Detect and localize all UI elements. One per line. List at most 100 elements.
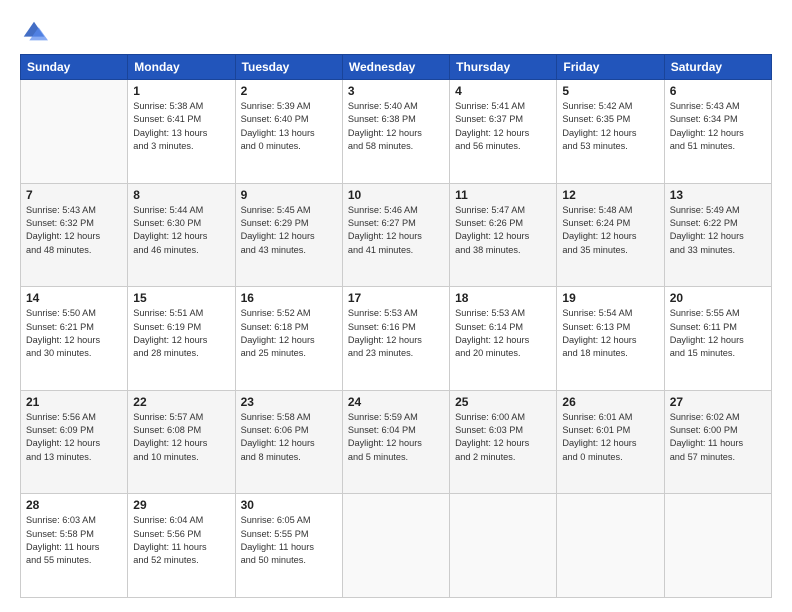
page: SundayMondayTuesdayWednesdayThursdayFrid… xyxy=(0,0,792,612)
calendar-cell: 12Sunrise: 5:48 AMSunset: 6:24 PMDayligh… xyxy=(557,183,664,287)
top-section xyxy=(20,18,772,46)
calendar-cell: 7Sunrise: 5:43 AMSunset: 6:32 PMDaylight… xyxy=(21,183,128,287)
calendar-day-header: Wednesday xyxy=(342,55,449,80)
calendar-week-row: 14 Sunrise: 5:50 AMSunset: 6:21 PMDayligh… xyxy=(21,287,772,391)
calendar-cell: 23 Sunrise: 5:58 AMSunset: 6:06 PMDayligh… xyxy=(235,390,342,494)
cell-info: Sunrise: 5:56 AMSunset: 6:09 PMDaylight:… xyxy=(26,411,122,464)
cell-info: Sunrise: 5:53 AMSunset: 6:16 PMDaylight:… xyxy=(348,307,444,360)
calendar-week-row: 7Sunrise: 5:43 AMSunset: 6:32 PMDaylight… xyxy=(21,183,772,287)
cell-info: Sunrise: 5:39 AMSunset: 6:40 PMDaylight:… xyxy=(241,100,337,153)
calendar-cell xyxy=(342,494,449,598)
cell-info: Sunrise: 5:49 AMSunset: 6:22 PMDaylight:… xyxy=(670,204,766,257)
day-number: 21 xyxy=(26,395,122,409)
cell-info: Sunrise: 6:04 AMSunset: 5:56 PMDaylight:… xyxy=(133,514,229,567)
calendar-cell: 9 Sunrise: 5:45 AMSunset: 6:29 PMDaylight… xyxy=(235,183,342,287)
cell-info: Sunrise: 5:41 AMSunset: 6:37 PMDaylight:… xyxy=(455,100,551,153)
calendar-cell: 28 Sunrise: 6:03 AMSunset: 5:58 PMDayligh… xyxy=(21,494,128,598)
calendar-day-header: Saturday xyxy=(664,55,771,80)
calendar-cell: 14 Sunrise: 5:50 AMSunset: 6:21 PMDayligh… xyxy=(21,287,128,391)
calendar-cell: 19Sunrise: 5:54 AMSunset: 6:13 PMDayligh… xyxy=(557,287,664,391)
calendar-cell: 24 Sunrise: 5:59 AMSunset: 6:04 PMDayligh… xyxy=(342,390,449,494)
day-number: 30 xyxy=(241,498,337,512)
day-number: 24 xyxy=(348,395,444,409)
cell-info: Sunrise: 5:58 AMSunset: 6:06 PMDaylight:… xyxy=(241,411,337,464)
cell-info: Sunrise: 5:46 AMSunset: 6:27 PMDaylight:… xyxy=(348,204,444,257)
day-number: 15 xyxy=(133,291,229,305)
cell-info: Sunrise: 5:52 AMSunset: 6:18 PMDaylight:… xyxy=(241,307,337,360)
cell-info: Sunrise: 5:40 AMSunset: 6:38 PMDaylight:… xyxy=(348,100,444,153)
day-number: 17 xyxy=(348,291,444,305)
day-number: 18 xyxy=(455,291,551,305)
cell-info: Sunrise: 5:38 AMSunset: 6:41 PMDaylight:… xyxy=(133,100,229,153)
calendar-week-row: 21 Sunrise: 5:56 AMSunset: 6:09 PMDayligh… xyxy=(21,390,772,494)
cell-info: Sunrise: 5:51 AMSunset: 6:19 PMDaylight:… xyxy=(133,307,229,360)
calendar-week-row: 1 Sunrise: 5:38 AMSunset: 6:41 PMDaylight… xyxy=(21,80,772,184)
cell-info: Sunrise: 5:42 AMSunset: 6:35 PMDaylight:… xyxy=(562,100,658,153)
day-number: 10 xyxy=(348,188,444,202)
day-number: 20 xyxy=(670,291,766,305)
cell-info: Sunrise: 6:02 AMSunset: 6:00 PMDaylight:… xyxy=(670,411,766,464)
calendar-cell: 29Sunrise: 6:04 AMSunset: 5:56 PMDayligh… xyxy=(128,494,235,598)
calendar-cell: 17 Sunrise: 5:53 AMSunset: 6:16 PMDayligh… xyxy=(342,287,449,391)
cell-info: Sunrise: 5:45 AMSunset: 6:29 PMDaylight:… xyxy=(241,204,337,257)
calendar-cell: 1 Sunrise: 5:38 AMSunset: 6:41 PMDaylight… xyxy=(128,80,235,184)
cell-info: Sunrise: 5:57 AMSunset: 6:08 PMDaylight:… xyxy=(133,411,229,464)
calendar-cell: 3 Sunrise: 5:40 AMSunset: 6:38 PMDaylight… xyxy=(342,80,449,184)
day-number: 9 xyxy=(241,188,337,202)
calendar-cell: 26 Sunrise: 6:01 AMSunset: 6:01 PMDayligh… xyxy=(557,390,664,494)
day-number: 4 xyxy=(455,84,551,98)
day-number: 23 xyxy=(241,395,337,409)
day-number: 28 xyxy=(26,498,122,512)
cell-info: Sunrise: 6:03 AMSunset: 5:58 PMDaylight:… xyxy=(26,514,122,567)
calendar-cell: 13 Sunrise: 5:49 AMSunset: 6:22 PMDayligh… xyxy=(664,183,771,287)
calendar-cell: 5 Sunrise: 5:42 AMSunset: 6:35 PMDaylight… xyxy=(557,80,664,184)
cell-info: Sunrise: 5:47 AMSunset: 6:26 PMDaylight:… xyxy=(455,204,551,257)
cell-info: Sunrise: 5:43 AMSunset: 6:34 PMDaylight:… xyxy=(670,100,766,153)
day-number: 6 xyxy=(670,84,766,98)
calendar-day-header: Friday xyxy=(557,55,664,80)
calendar-cell xyxy=(450,494,557,598)
day-number: 1 xyxy=(133,84,229,98)
logo-icon xyxy=(20,18,48,46)
day-number: 11 xyxy=(455,188,551,202)
calendar-cell: 10 Sunrise: 5:46 AMSunset: 6:27 PMDayligh… xyxy=(342,183,449,287)
calendar-cell: 8Sunrise: 5:44 AMSunset: 6:30 PMDaylight… xyxy=(128,183,235,287)
cell-info: Sunrise: 5:54 AMSunset: 6:13 PMDaylight:… xyxy=(562,307,658,360)
calendar-week-row: 28 Sunrise: 6:03 AMSunset: 5:58 PMDayligh… xyxy=(21,494,772,598)
calendar-cell: 2 Sunrise: 5:39 AMSunset: 6:40 PMDaylight… xyxy=(235,80,342,184)
calendar-cell xyxy=(664,494,771,598)
calendar-cell: 6 Sunrise: 5:43 AMSunset: 6:34 PMDaylight… xyxy=(664,80,771,184)
calendar-cell: 4 Sunrise: 5:41 AMSunset: 6:37 PMDaylight… xyxy=(450,80,557,184)
day-number: 25 xyxy=(455,395,551,409)
calendar-day-header: Monday xyxy=(128,55,235,80)
calendar-cell xyxy=(21,80,128,184)
day-number: 27 xyxy=(670,395,766,409)
day-number: 2 xyxy=(241,84,337,98)
day-number: 16 xyxy=(241,291,337,305)
day-number: 7 xyxy=(26,188,122,202)
cell-info: Sunrise: 5:55 AMSunset: 6:11 PMDaylight:… xyxy=(670,307,766,360)
cell-info: Sunrise: 5:53 AMSunset: 6:14 PMDaylight:… xyxy=(455,307,551,360)
calendar-cell: 16 Sunrise: 5:52 AMSunset: 6:18 PMDayligh… xyxy=(235,287,342,391)
day-number: 13 xyxy=(670,188,766,202)
day-number: 14 xyxy=(26,291,122,305)
calendar-cell: 20 Sunrise: 5:55 AMSunset: 6:11 PMDayligh… xyxy=(664,287,771,391)
calendar-day-header: Sunday xyxy=(21,55,128,80)
day-number: 8 xyxy=(133,188,229,202)
day-number: 3 xyxy=(348,84,444,98)
calendar-cell: 21 Sunrise: 5:56 AMSunset: 6:09 PMDayligh… xyxy=(21,390,128,494)
cell-info: Sunrise: 5:50 AMSunset: 6:21 PMDaylight:… xyxy=(26,307,122,360)
day-number: 26 xyxy=(562,395,658,409)
cell-info: Sunrise: 5:59 AMSunset: 6:04 PMDaylight:… xyxy=(348,411,444,464)
cell-info: Sunrise: 6:01 AMSunset: 6:01 PMDaylight:… xyxy=(562,411,658,464)
day-number: 5 xyxy=(562,84,658,98)
cell-info: Sunrise: 6:00 AMSunset: 6:03 PMDaylight:… xyxy=(455,411,551,464)
calendar-day-header: Tuesday xyxy=(235,55,342,80)
logo xyxy=(20,18,52,46)
day-number: 22 xyxy=(133,395,229,409)
calendar-cell: 11 Sunrise: 5:47 AMSunset: 6:26 PMDayligh… xyxy=(450,183,557,287)
calendar-cell: 15 Sunrise: 5:51 AMSunset: 6:19 PMDayligh… xyxy=(128,287,235,391)
calendar-cell: 27 Sunrise: 6:02 AMSunset: 6:00 PMDayligh… xyxy=(664,390,771,494)
calendar-day-header: Thursday xyxy=(450,55,557,80)
calendar-cell: 22 Sunrise: 5:57 AMSunset: 6:08 PMDayligh… xyxy=(128,390,235,494)
